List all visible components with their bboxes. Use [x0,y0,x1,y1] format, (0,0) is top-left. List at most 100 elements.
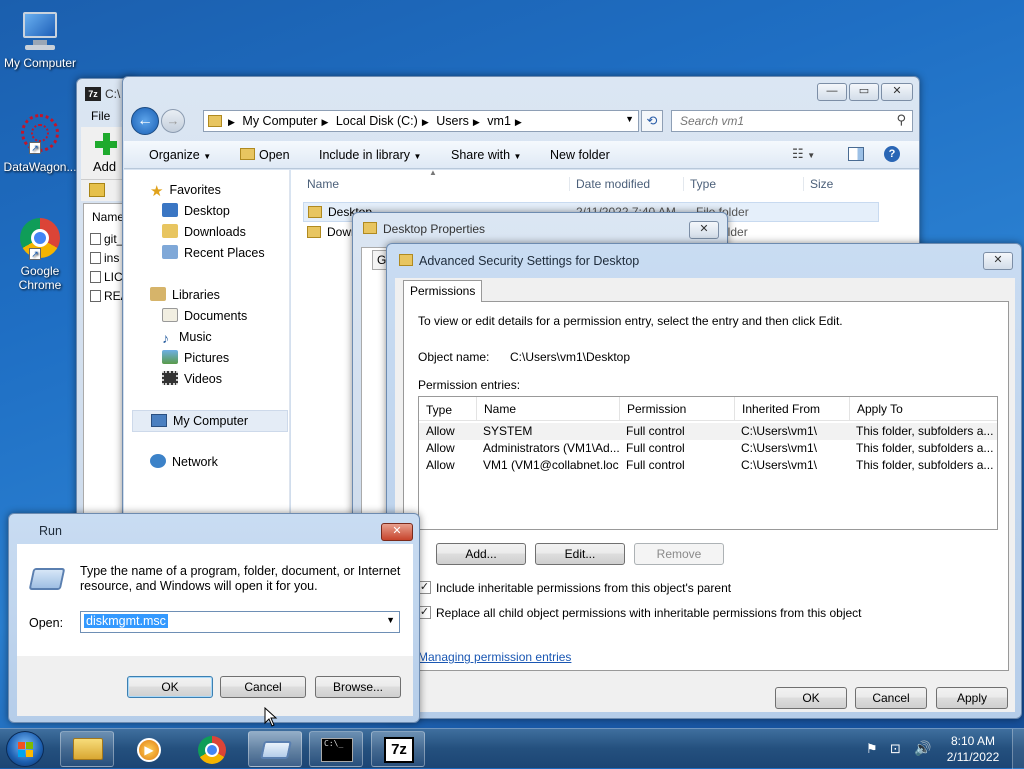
run-dialog[interactable]: Run ✕ Type the name of a program, folder… [8,513,420,723]
cancel-button[interactable]: Cancel [220,676,306,698]
include-in-library-button[interactable]: Include in library ▼ [319,148,421,162]
nav-videos[interactable]: Videos [162,369,222,389]
breadcrumb-item[interactable]: Users [436,114,469,128]
list-item[interactable]: LIC [90,270,123,284]
nav-music[interactable]: ♪ Music [162,327,212,347]
open-folder-icon [240,148,255,160]
add-button-label[interactable]: Add [93,159,116,174]
nav-documents[interactable]: Documents [162,306,247,326]
table-row[interactable]: Allow SYSTEM Full control C:\Users\vm1\ … [419,423,997,440]
search-input[interactable]: Search vm1 ⚲ [671,110,913,132]
edit-button[interactable]: Edit... [535,543,625,565]
open-combobox[interactable]: diskmgmt.msc ▼ [80,611,400,633]
close-button[interactable]: ✕ [983,252,1013,270]
column-header-name[interactable]: Name [92,210,124,224]
taskbar-command-prompt[interactable]: C:\_ [309,731,363,767]
network-status-icon[interactable]: ⊡ [890,741,901,757]
show-desktop-button[interactable] [1012,729,1024,769]
breadcrumb-item[interactable]: My Computer [242,114,317,128]
new-folder-button[interactable]: New folder [550,148,610,162]
refresh-button[interactable]: ⟲ [641,110,663,132]
back-arrow-icon: ← [137,112,153,129]
ok-button[interactable]: OK [127,676,213,698]
run-description: Type the name of a program, folder, docu… [80,564,401,593]
column-header-type[interactable]: Type [426,403,452,417]
browse-button[interactable]: Browse... [315,676,401,698]
tab-permissions[interactable]: Permissions [403,280,483,302]
breadcrumb: ▶ My Computer ▶ Local Disk (C:) ▶ Users ▶ v… [228,114,522,128]
advanced-security-window[interactable]: Advanced Security Settings for Desktop ✕… [386,243,1022,719]
managing-permissions-link[interactable]: Managing permission entries [418,650,571,664]
taskbar-run[interactable] [248,731,302,767]
close-button[interactable]: ✕ [881,83,913,101]
open-input-value[interactable]: diskmgmt.msc [84,614,168,628]
search-icon[interactable]: ⚲ [896,112,906,128]
clock[interactable]: 8:10 AM 2/11/2022 [940,733,1006,765]
add-button[interactable]: Add... [436,543,526,565]
add-plus-icon[interactable] [95,133,117,155]
maximize-button[interactable]: ▭ [849,83,879,101]
share-with-button[interactable]: Share with ▼ [451,148,521,162]
volume-icon[interactable]: 🔊 [914,740,931,757]
close-button[interactable]: ✕ [381,523,413,541]
chevron-down-icon[interactable]: ▼ [386,615,395,625]
folder-icon [363,222,377,234]
taskbar-media-player[interactable]: ▶ [122,731,176,767]
nav-network[interactable]: Network [150,452,218,472]
view-options-icon[interactable]: ☷ ▼ [792,146,815,162]
ok-button[interactable]: OK [775,687,847,709]
minimize-button[interactable]: — [817,83,847,101]
organize-button[interactable]: Organize ▼ [149,148,211,162]
column-header-type[interactable]: Type [683,177,716,191]
column-header-name[interactable]: Name [307,177,339,191]
back-button[interactable]: ← [131,107,159,135]
taskbar-explorer[interactable] [60,731,114,767]
nav-favorites[interactable]: ★ Favorites [150,180,221,200]
column-header-apply-to[interactable]: Apply To [849,397,903,421]
preview-pane-icon[interactable] [848,147,864,161]
desktop-icon-my-computer[interactable]: My Computer [0,8,80,70]
navigation-pane: ★ Favorites Desktop Downloads Recent Plac… [124,170,290,527]
column-header-size[interactable]: Size [803,177,833,191]
help-icon[interactable]: ? [884,146,900,162]
computer-icon [17,8,63,54]
desktop-icon-datawagon[interactable]: ↗ DataWagon... [0,112,80,174]
nav-desktop[interactable]: Desktop [162,201,230,221]
cancel-button[interactable]: Cancel [855,687,927,709]
chevron-down-icon[interactable]: ▼ [625,114,634,124]
column-header-permission[interactable]: Permission [619,397,686,421]
desktop-icon-google-chrome[interactable]: ↗ Google Chrome [0,216,80,292]
desktop-icon-label: DataWagon... [3,160,77,174]
taskbar-chrome[interactable] [185,731,239,767]
nav-downloads[interactable]: Downloads [162,222,246,242]
videos-icon [162,371,178,385]
column-header-name[interactable]: Name [476,397,516,421]
remove-button[interactable]: Remove [634,543,724,565]
list-item[interactable]: git_ [90,232,123,246]
folder-icon [73,738,103,760]
column-header-date[interactable]: Date modified [569,177,650,191]
nav-recent-places[interactable]: Recent Places [162,243,265,263]
apply-button[interactable]: Apply [936,687,1008,709]
table-header: Type Name Permission Inherited From Appl… [419,397,997,421]
close-button[interactable]: ✕ [689,221,719,239]
column-header-inherited-from[interactable]: Inherited From [734,397,820,421]
folder-up-icon[interactable] [89,183,105,197]
action-center-flag-icon[interactable]: ⚑ [866,741,878,757]
nav-pictures[interactable]: Pictures [162,348,229,368]
breadcrumb-item[interactable]: Local Disk (C:) [336,114,418,128]
nav-my-computer[interactable]: My Computer [132,410,288,432]
forward-button[interactable]: → [161,109,185,133]
table-row[interactable]: Allow Administrators (VM1\Ad... Full con… [419,440,997,457]
menu-file[interactable]: File [91,109,110,123]
list-item[interactable]: ins [90,251,119,265]
folder-icon [308,206,322,218]
nav-libraries[interactable]: Libraries [150,285,220,305]
start-button[interactable] [6,731,44,767]
open-button[interactable]: Open [240,148,290,162]
table-row[interactable]: Allow VM1 (VM1@collabnet.local) Full con… [419,457,997,474]
address-bar[interactable]: ▶ My Computer ▶ Local Disk (C:) ▶ Users ▶ v… [203,110,639,132]
music-icon: ♪ [162,330,169,346]
taskbar-7zip[interactable]: 7z [371,731,425,767]
breadcrumb-item[interactable]: vm1 [487,114,511,128]
